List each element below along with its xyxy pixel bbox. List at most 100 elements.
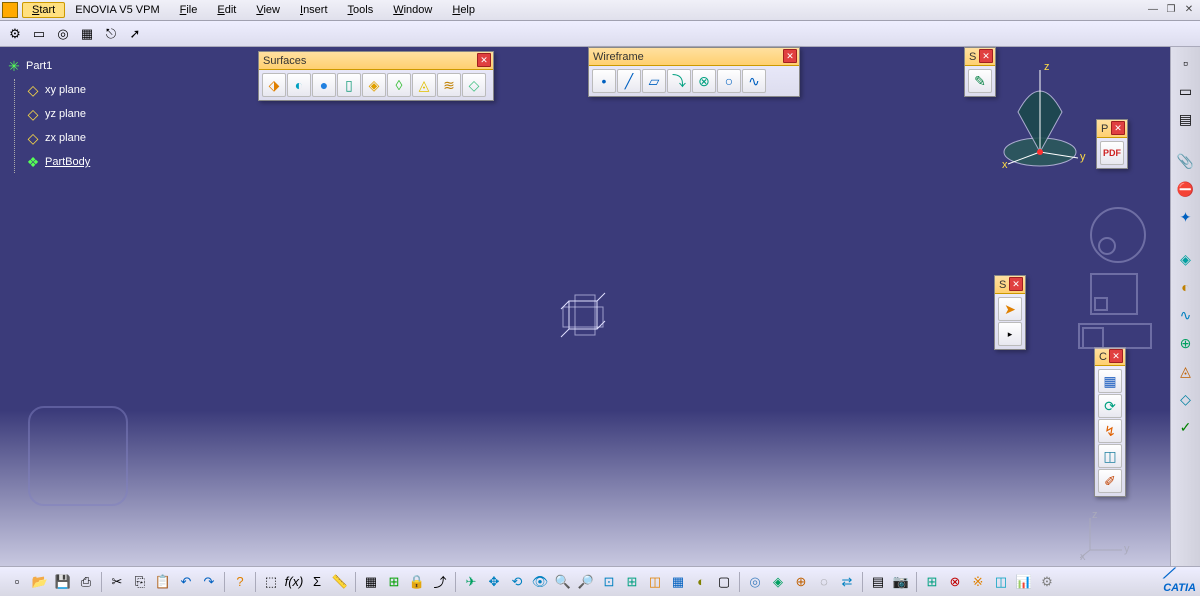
menu-enovia[interactable]: ENOVIA V5 VPM	[65, 2, 169, 18]
panel-wireframe-title[interactable]: Wireframe ✕	[589, 48, 799, 66]
rb-folder-icon[interactable]: ▭	[1174, 79, 1198, 103]
bb-lock-icon[interactable]: 🔒	[406, 571, 428, 593]
minimize-button[interactable]: —	[1146, 2, 1160, 16]
tool-link-icon[interactable]: ⎋	[100, 23, 122, 45]
bb-graph-icon[interactable]: 📊	[1013, 571, 1035, 593]
nav-rotate-icon[interactable]	[1090, 207, 1146, 263]
menu-insert[interactable]: Insert	[290, 2, 338, 18]
surf-fill-icon[interactable]: ◬	[412, 73, 436, 97]
rb-stop-icon[interactable]: ⛔	[1174, 177, 1198, 201]
menu-window[interactable]: Window	[383, 2, 442, 18]
bb-iso-icon[interactable]: ◫	[644, 571, 666, 593]
bb-pattern-icon[interactable]: ※	[967, 571, 989, 593]
bb-move-icon[interactable]: ✥	[483, 571, 505, 593]
panel-sketch-title[interactable]: S✕	[965, 48, 995, 66]
nav-zoom-icon[interactable]	[1078, 323, 1152, 349]
wf-circle-icon[interactable]: ○	[717, 69, 741, 93]
bb-fit-icon[interactable]: ⊡	[598, 571, 620, 593]
bb-cut-icon[interactable]: ✂	[106, 571, 128, 593]
bb-redo-icon[interactable]: ↷	[198, 571, 220, 593]
wf-curve-icon[interactable]: ∿	[742, 69, 766, 93]
rb-axes-icon[interactable]: ✦	[1174, 205, 1198, 229]
bb-zoomout-icon[interactable]: 🔎	[575, 571, 597, 593]
panel-pdf-title[interactable]: P✕	[1097, 120, 1127, 138]
viewport-3d[interactable]: ✳ Part1 ◇xy plane ◇yz plane ◇zx plane ❖P…	[0, 47, 1170, 566]
bb-table-icon[interactable]: ▦	[360, 571, 382, 593]
menu-file[interactable]: File	[170, 2, 208, 18]
tool-gear-icon[interactable]: ⚙	[4, 23, 26, 45]
bb-paste-icon[interactable]: 📋	[152, 571, 174, 593]
bb-tree-icon[interactable]: ⊞	[383, 571, 405, 593]
bb-rotate-icon[interactable]: ⟲	[506, 571, 528, 593]
bb-copy-icon[interactable]: ⎘	[129, 571, 151, 593]
rb-curve-icon[interactable]: ∿	[1174, 303, 1198, 327]
bb-exit-icon[interactable]: ⤴	[429, 571, 451, 593]
rb-shade-icon[interactable]: ◐	[1174, 275, 1198, 299]
surf-sweep-icon[interactable]: ◊	[387, 73, 411, 97]
close-icon[interactable]: ✕	[477, 53, 491, 67]
compass-widget[interactable]: z y x	[1000, 62, 1090, 152]
tree-zx-plane[interactable]: ◇zx plane	[25, 127, 90, 149]
bb-print-icon[interactable]: ⎙	[75, 571, 97, 593]
bb-zoomin-icon[interactable]: 🔍	[552, 571, 574, 593]
origin-planes-icon[interactable]	[555, 287, 615, 347]
bb-wire-icon[interactable]: ▢	[713, 571, 735, 593]
menu-start[interactable]: Start	[22, 2, 65, 18]
bb-fx-icon[interactable]: f(x)	[283, 571, 305, 593]
rb-join-icon[interactable]: ⊕	[1174, 331, 1198, 355]
select-arrow-icon[interactable]: ➤	[998, 297, 1022, 321]
wf-point-icon[interactable]: •	[592, 69, 616, 93]
menu-tools[interactable]: Tools	[338, 2, 384, 18]
wf-project-icon[interactable]: ⤵	[667, 69, 691, 93]
rb-cut-icon[interactable]: ▤	[1174, 107, 1198, 131]
panel-surfaces-title[interactable]: Surfaces ✕	[259, 52, 493, 70]
close-icon[interactable]: ✕	[783, 49, 797, 63]
bb-dim-icon[interactable]: ⊗	[944, 571, 966, 593]
bb-plane-icon[interactable]: ✈	[460, 571, 482, 593]
wf-line-icon[interactable]: ╱	[617, 69, 641, 93]
tree-root[interactable]: ✳ Part1	[6, 55, 90, 77]
nav-pan-icon[interactable]	[1090, 273, 1138, 315]
close-icon[interactable]: ✕	[979, 49, 993, 63]
bb-swap-icon[interactable]: ⇄	[836, 571, 858, 593]
tool-arrow-icon[interactable]: ➚	[124, 23, 146, 45]
bb-pick-icon[interactable]: ⊕	[790, 571, 812, 593]
rb-doc-icon[interactable]: ▫	[1174, 51, 1198, 75]
nav-widget[interactable]	[1090, 207, 1150, 387]
bb-hide-icon[interactable]: ◌	[813, 571, 835, 593]
close-icon[interactable]: ✕	[1009, 277, 1023, 291]
tree-xy-plane[interactable]: ◇xy plane	[25, 79, 90, 101]
tool-target-icon[interactable]: ◎	[52, 23, 74, 45]
bb-mat-icon[interactable]: ◈	[767, 571, 789, 593]
surf-cylinder-icon[interactable]: ▯	[337, 73, 361, 97]
wf-intersect-icon[interactable]: ⊗	[692, 69, 716, 93]
bb-undo-icon[interactable]: ↶	[175, 571, 197, 593]
bb-select-icon[interactable]: ⬚	[260, 571, 282, 593]
rb-surf2-icon[interactable]: ◇	[1174, 387, 1198, 411]
surf-extrude-icon[interactable]: ⬗	[262, 73, 286, 97]
bb-grid2-icon[interactable]: ⊞	[921, 571, 943, 593]
rb-surf-icon[interactable]: ◬	[1174, 359, 1198, 383]
bb-multi-icon[interactable]: ▦	[667, 571, 689, 593]
cons-fit-icon[interactable]: ↯	[1098, 419, 1122, 443]
wf-plane-icon[interactable]: ▱	[642, 69, 666, 93]
pdf-icon[interactable]: PDF	[1100, 141, 1124, 165]
bb-save-icon[interactable]: 💾	[52, 571, 74, 593]
tool-grid-icon[interactable]: ▦	[76, 23, 98, 45]
select-more-icon[interactable]: ▸	[998, 322, 1022, 346]
menu-edit[interactable]: Edit	[207, 2, 246, 18]
tree-partbody[interactable]: ❖PartBody	[25, 151, 90, 173]
bb-cam-icon[interactable]: 📷	[890, 571, 912, 593]
bb-new-icon[interactable]: ▫	[6, 571, 28, 593]
tree-yz-plane[interactable]: ◇yz plane	[25, 103, 90, 125]
surf-offset-icon[interactable]: ◈	[362, 73, 386, 97]
bb-sigma-icon[interactable]: Σ	[306, 571, 328, 593]
surf-revolve-icon[interactable]: ◐	[287, 73, 311, 97]
bb-opt-icon[interactable]: ⚙	[1036, 571, 1058, 593]
panel-select-title[interactable]: S✕	[995, 276, 1025, 294]
bb-look-icon[interactable]: 👁	[529, 571, 551, 593]
bb-hlr-icon[interactable]: ◎	[744, 571, 766, 593]
surf-blend-icon[interactable]: ◇	[462, 73, 486, 97]
cons-style-icon[interactable]: ✐	[1098, 469, 1122, 493]
tool-sheet-icon[interactable]: ▭	[28, 23, 50, 45]
